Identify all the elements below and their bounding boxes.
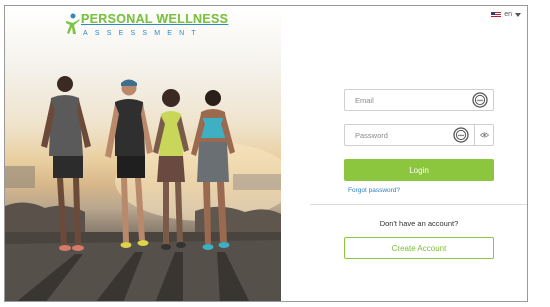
email-field[interactable] xyxy=(344,89,494,111)
login-button[interactable]: Login xyxy=(344,159,494,181)
hero-photo xyxy=(5,76,281,301)
brand-logo: PERSONAL WELLNESS ASSESSMENT xyxy=(65,12,235,46)
password-autofill-icon[interactable] xyxy=(472,92,488,108)
brand-title: PERSONAL WELLNESS xyxy=(81,12,229,26)
language-label: en xyxy=(504,11,512,18)
app-window: PERSONAL WELLNESS ASSESSMENT en Email Lo… xyxy=(4,5,528,302)
eye-icon xyxy=(479,132,489,138)
show-password-button[interactable] xyxy=(474,125,493,145)
password-autofill-icon[interactable] xyxy=(453,127,469,143)
password-input[interactable] xyxy=(345,125,465,146)
hero-image: PERSONAL WELLNESS ASSESSMENT xyxy=(5,6,281,301)
forgot-password-link[interactable]: Forgot password? xyxy=(348,187,400,194)
chevron-down-icon xyxy=(515,12,521,17)
us-flag-icon xyxy=(491,11,502,18)
create-account-button[interactable]: Create Account xyxy=(344,237,494,259)
password-field[interactable] xyxy=(344,124,494,146)
email-input[interactable] xyxy=(345,90,465,111)
figure-logo-icon xyxy=(66,13,80,34)
divider xyxy=(310,204,527,205)
language-selector[interactable]: en xyxy=(491,11,521,18)
brand-subtitle: ASSESSMENT xyxy=(83,30,203,37)
no-account-text: Don't have an account? xyxy=(379,219,459,228)
